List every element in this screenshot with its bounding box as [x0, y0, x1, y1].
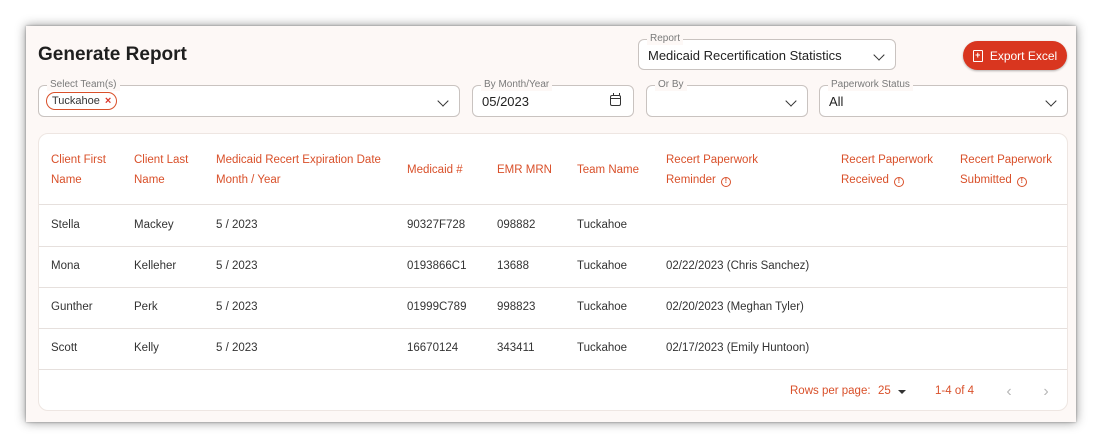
rows-per-page-select[interactable]: 25: [878, 385, 891, 397]
table-row[interactable]: Mona Kelleher 5 / 2023 0193866C1 13688 T…: [39, 247, 1067, 288]
cell-expiration: 5 / 2023: [216, 301, 258, 313]
cell-expiration: 5 / 2023: [216, 219, 258, 231]
cell-first-name: Gunther: [51, 301, 93, 313]
team-select-label: Select Team(s): [47, 79, 120, 91]
table-pagination: Rows per page: 25 1-4 of 4 ‹ ›: [39, 371, 1067, 410]
cell-emr-mrn: 998823: [497, 301, 536, 313]
or-by-label: Or By: [655, 79, 687, 91]
column-header-emr-mrn[interactable]: EMR MRN: [497, 160, 552, 180]
cell-last-name: Kelly: [134, 342, 159, 354]
cell-medicaid-number: 16670124: [407, 342, 459, 354]
cell-reminder: 02/20/2023 (Meghan Tyler): [666, 301, 804, 313]
paperwork-status-value: All: [829, 94, 844, 109]
cell-medicaid-number: 90327F728: [407, 219, 466, 231]
cell-first-name: Mona: [51, 260, 80, 272]
pagination-range: 1-4 of 4: [935, 385, 974, 397]
report-select-value: Medicaid Recertification Statistics: [648, 48, 842, 63]
chevron-down-icon: [1045, 95, 1057, 107]
cell-last-name: Perk: [134, 301, 158, 313]
column-header-expiration-date[interactable]: Medicaid Recert Expiration Date Month / Y…: [216, 150, 381, 190]
file-plus-icon: +: [972, 49, 983, 62]
info-icon[interactable]: !: [1016, 177, 1027, 187]
column-header-paperwork-submitted[interactable]: Recert Paperwork Submitted!: [960, 150, 1052, 190]
column-header-medicaid-number[interactable]: Medicaid #: [407, 160, 463, 180]
cell-team-name: Tuckahoe: [577, 219, 628, 231]
chevron-down-icon: [785, 95, 797, 107]
cell-last-name: Kelleher: [134, 260, 177, 272]
team-select[interactable]: Select Team(s) Tuckahoe ×: [38, 79, 460, 117]
chevron-down-icon: [437, 95, 449, 107]
column-header-team-name[interactable]: Team Name: [577, 160, 639, 180]
team-chip-label: Tuckahoe: [52, 95, 100, 107]
close-icon[interactable]: ×: [105, 95, 111, 107]
info-icon[interactable]: !: [893, 177, 904, 187]
cell-first-name: Scott: [51, 342, 78, 354]
cell-last-name: Mackey: [134, 219, 174, 231]
table-row[interactable]: Scott Kelly 5 / 2023 16670124 343411 Tuc…: [39, 329, 1067, 370]
cell-reminder: 02/22/2023 (Chris Sanchez): [666, 260, 810, 272]
team-chip: Tuckahoe ×: [46, 92, 118, 110]
table-row[interactable]: Stella Mackey 5 / 2023 90327F728 098882 …: [39, 206, 1067, 247]
month-year-picker[interactable]: By Month/Year 05/2023: [472, 79, 634, 117]
column-header-paperwork-reminder[interactable]: Recert Paperwork Reminder!: [666, 150, 758, 190]
export-excel-label: Export Excel: [989, 48, 1058, 63]
cell-emr-mrn: 098882: [497, 219, 536, 231]
report-select[interactable]: Report Medicaid Recertification Statisti…: [638, 33, 896, 70]
cell-team-name: Tuckahoe: [577, 260, 628, 272]
report-table: Client First Name Client Last Name Medicai…: [38, 133, 1068, 411]
cell-first-name: Stella: [51, 219, 80, 231]
cell-expiration: 5 / 2023: [216, 260, 258, 272]
month-year-value: 05/2023: [482, 94, 529, 109]
cell-medicaid-number: 0193866C1: [407, 260, 467, 272]
export-excel-button[interactable]: + Export Excel: [963, 41, 1067, 70]
cell-medicaid-number: 01999C789: [407, 301, 467, 313]
cell-team-name: Tuckahoe: [577, 301, 628, 313]
or-by-select[interactable]: Or By: [646, 79, 808, 117]
report-card: Generate Report Report Medicaid Recertif…: [26, 26, 1076, 422]
report-select-label: Report: [647, 33, 684, 45]
paperwork-status-label: Paperwork Status: [828, 79, 913, 91]
table-header: Client First Name Client Last Name Medicai…: [39, 134, 1067, 205]
cell-emr-mrn: 343411: [497, 342, 535, 354]
chevron-down-icon: [873, 49, 885, 61]
column-header-paperwork-received[interactable]: Recert Paperwork Received!: [841, 150, 933, 190]
cell-reminder: 02/17/2023 (Emily Huntoon): [666, 342, 810, 354]
caret-down-icon[interactable]: [898, 390, 906, 394]
info-icon[interactable]: !: [720, 177, 731, 187]
rows-per-page-label: Rows per page:: [790, 385, 871, 397]
cell-expiration: 5 / 2023: [216, 342, 258, 354]
cell-emr-mrn: 13688: [497, 260, 529, 272]
chevron-right-icon[interactable]: ›: [1036, 383, 1056, 401]
page-title: Generate Report: [38, 44, 187, 65]
column-header-client-last-name[interactable]: Client Last Name: [134, 150, 188, 190]
cell-team-name: Tuckahoe: [577, 342, 628, 354]
chevron-left-icon[interactable]: ‹: [999, 383, 1019, 401]
paperwork-status-select[interactable]: Paperwork Status All: [819, 79, 1068, 117]
calendar-icon[interactable]: [610, 93, 621, 106]
column-header-client-first-name[interactable]: Client First Name: [51, 150, 106, 190]
table-row[interactable]: Gunther Perk 5 / 2023 01999C789 998823 T…: [39, 288, 1067, 329]
month-year-label: By Month/Year: [481, 79, 553, 91]
